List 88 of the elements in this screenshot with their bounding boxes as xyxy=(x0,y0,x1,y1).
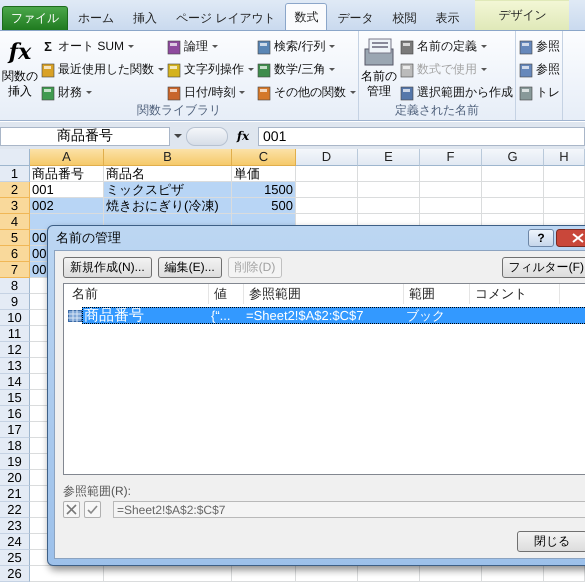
function-icon: fx xyxy=(8,35,32,69)
row-header[interactable]: 6 xyxy=(0,246,30,262)
list-cell-text: 商品番号 xyxy=(83,306,145,325)
row-header[interactable]: 7 xyxy=(0,262,30,278)
insert-function-button[interactable]: fx xyxy=(232,129,254,143)
row-header[interactable]: 13 xyxy=(0,358,30,374)
column-header[interactable]: B xyxy=(104,149,232,166)
ribbon-tab[interactable]: ファイル xyxy=(2,6,68,30)
column-header[interactable]: G xyxy=(482,149,544,166)
row-header[interactable]: 23 xyxy=(0,518,30,534)
column-header[interactable]: 値 xyxy=(209,284,244,304)
row-header[interactable]: 8 xyxy=(0,278,30,294)
ribbon-tab[interactable]: ページ レイアウト xyxy=(167,6,284,30)
ribbon-button[interactable]: 財務 xyxy=(40,82,164,103)
list-cell-text: ブック xyxy=(405,306,446,324)
row-header[interactable]: 19 xyxy=(0,454,30,470)
row-header[interactable]: 18 xyxy=(0,438,30,454)
table-cell: 500 xyxy=(232,198,296,214)
ribbon-button[interactable]: Σ オート SUM xyxy=(40,36,164,57)
row-header[interactable]: 14 xyxy=(0,374,30,390)
ribbon-button[interactable]: トレ xyxy=(518,82,560,103)
row-header[interactable]: 26 xyxy=(0,566,30,582)
ribbon-button[interactable]: fx 関数の挿入 xyxy=(2,33,38,103)
column-header[interactable]: D xyxy=(296,149,358,166)
column-header[interactable]: C xyxy=(232,149,296,166)
ribbon-button[interactable]: 参照 xyxy=(518,36,560,57)
row-header[interactable]: 16 xyxy=(0,406,30,422)
dialog-button[interactable]: 編集(E)... xyxy=(158,257,222,278)
row-header[interactable]: 25 xyxy=(0,550,30,566)
row-header[interactable]: 22 xyxy=(0,502,30,518)
formula-field[interactable]: 001 xyxy=(258,126,585,146)
ribbon-tab[interactable]: 数式 xyxy=(285,3,328,30)
column-header[interactable]: F xyxy=(420,149,482,166)
field-label: 参照範囲(R): xyxy=(63,483,132,500)
ribbon-button[interactable]: 参照 xyxy=(518,59,560,80)
row-header[interactable]: 1 xyxy=(0,166,30,182)
row-header[interactable]: 10 xyxy=(0,310,30,326)
column-header[interactable]: A xyxy=(30,149,104,166)
ribbon-tab[interactable]: 挿入 xyxy=(124,6,166,30)
table-cell: 焼きおにぎり(冷凍) xyxy=(104,198,232,214)
row-header[interactable]: 5 xyxy=(0,230,30,246)
ribbon-button[interactable]: その他の関数 xyxy=(256,82,356,103)
column-header[interactable]: 参照範囲 xyxy=(244,284,404,304)
ribbon-button[interactable]: 名前の管理 xyxy=(361,33,397,103)
column-header[interactable]: H xyxy=(544,149,585,166)
ribbon-tab[interactable]: デザイン xyxy=(475,0,570,30)
group-label: 関数ライブラリ xyxy=(136,103,222,119)
ribbon-button[interactable]: 数学/三角 xyxy=(256,59,356,80)
reference-field[interactable]: =Sheet2!$A$2:$C$7 xyxy=(113,501,585,518)
row-header[interactable]: 9 xyxy=(0,294,30,310)
row-header[interactable]: 4 xyxy=(0,214,30,230)
ribbon-tab[interactable]: 表示 xyxy=(426,6,468,30)
ribbon-button[interactable]: 名前の定義 xyxy=(399,36,513,57)
dialog-button[interactable]: 新規作成(N)... xyxy=(63,257,152,278)
column-header[interactable]: E xyxy=(358,149,420,166)
row-header[interactable]: 24 xyxy=(0,534,30,550)
ribbon-button[interactable]: 論理 xyxy=(166,36,254,57)
ribbon-button[interactable]: 検索/行列 xyxy=(256,36,356,57)
row-header[interactable]: 2 xyxy=(0,182,30,198)
name-box[interactable]: 商品番号 xyxy=(0,126,170,146)
row-header[interactable]: 21 xyxy=(0,486,30,502)
table-cell: 商品番号 xyxy=(30,166,104,182)
row-header[interactable]: 11 xyxy=(0,326,30,342)
ribbon-tab[interactable]: ホーム xyxy=(69,6,123,30)
ribbon-button[interactable]: 最近使用した関数 xyxy=(40,59,164,80)
row-header[interactable]: 12 xyxy=(0,342,30,358)
column-header[interactable]: 名前 xyxy=(64,284,209,304)
table-cell: 1500 xyxy=(232,182,296,198)
column-header[interactable]: 範囲 xyxy=(404,284,470,304)
ribbon-button[interactable]: 日付/時刻 xyxy=(166,82,254,103)
help-button[interactable]: ? xyxy=(528,229,554,247)
table-cell: ミックスピザ xyxy=(104,182,232,198)
row-header[interactable]: 15 xyxy=(0,390,30,406)
ribbon-tab[interactable]: データ xyxy=(328,6,382,30)
column-header[interactable]: コメント xyxy=(470,284,560,304)
group-label: 定義された名前 xyxy=(394,103,480,119)
row-header[interactable]: 3 xyxy=(0,198,30,214)
sum-icon: Σ xyxy=(40,39,56,54)
row-header[interactable]: 17 xyxy=(0,422,30,438)
list-cell-text: =Sheet2!$A$2:$C$7 xyxy=(245,308,364,323)
list-cell-text: {“... xyxy=(210,308,232,323)
table-cell: 002 xyxy=(30,198,104,214)
row-header[interactable]: 20 xyxy=(0,470,30,486)
ribbon-tab[interactable]: 校閲 xyxy=(383,6,426,30)
close-button[interactable]: 閉じる xyxy=(517,531,585,552)
ribbon-button[interactable]: 選択範囲から作成 xyxy=(399,82,513,103)
ribbon-button[interactable]: 文字列操作 xyxy=(166,59,254,80)
filter-button[interactable]: フィルター(F) xyxy=(502,257,585,278)
